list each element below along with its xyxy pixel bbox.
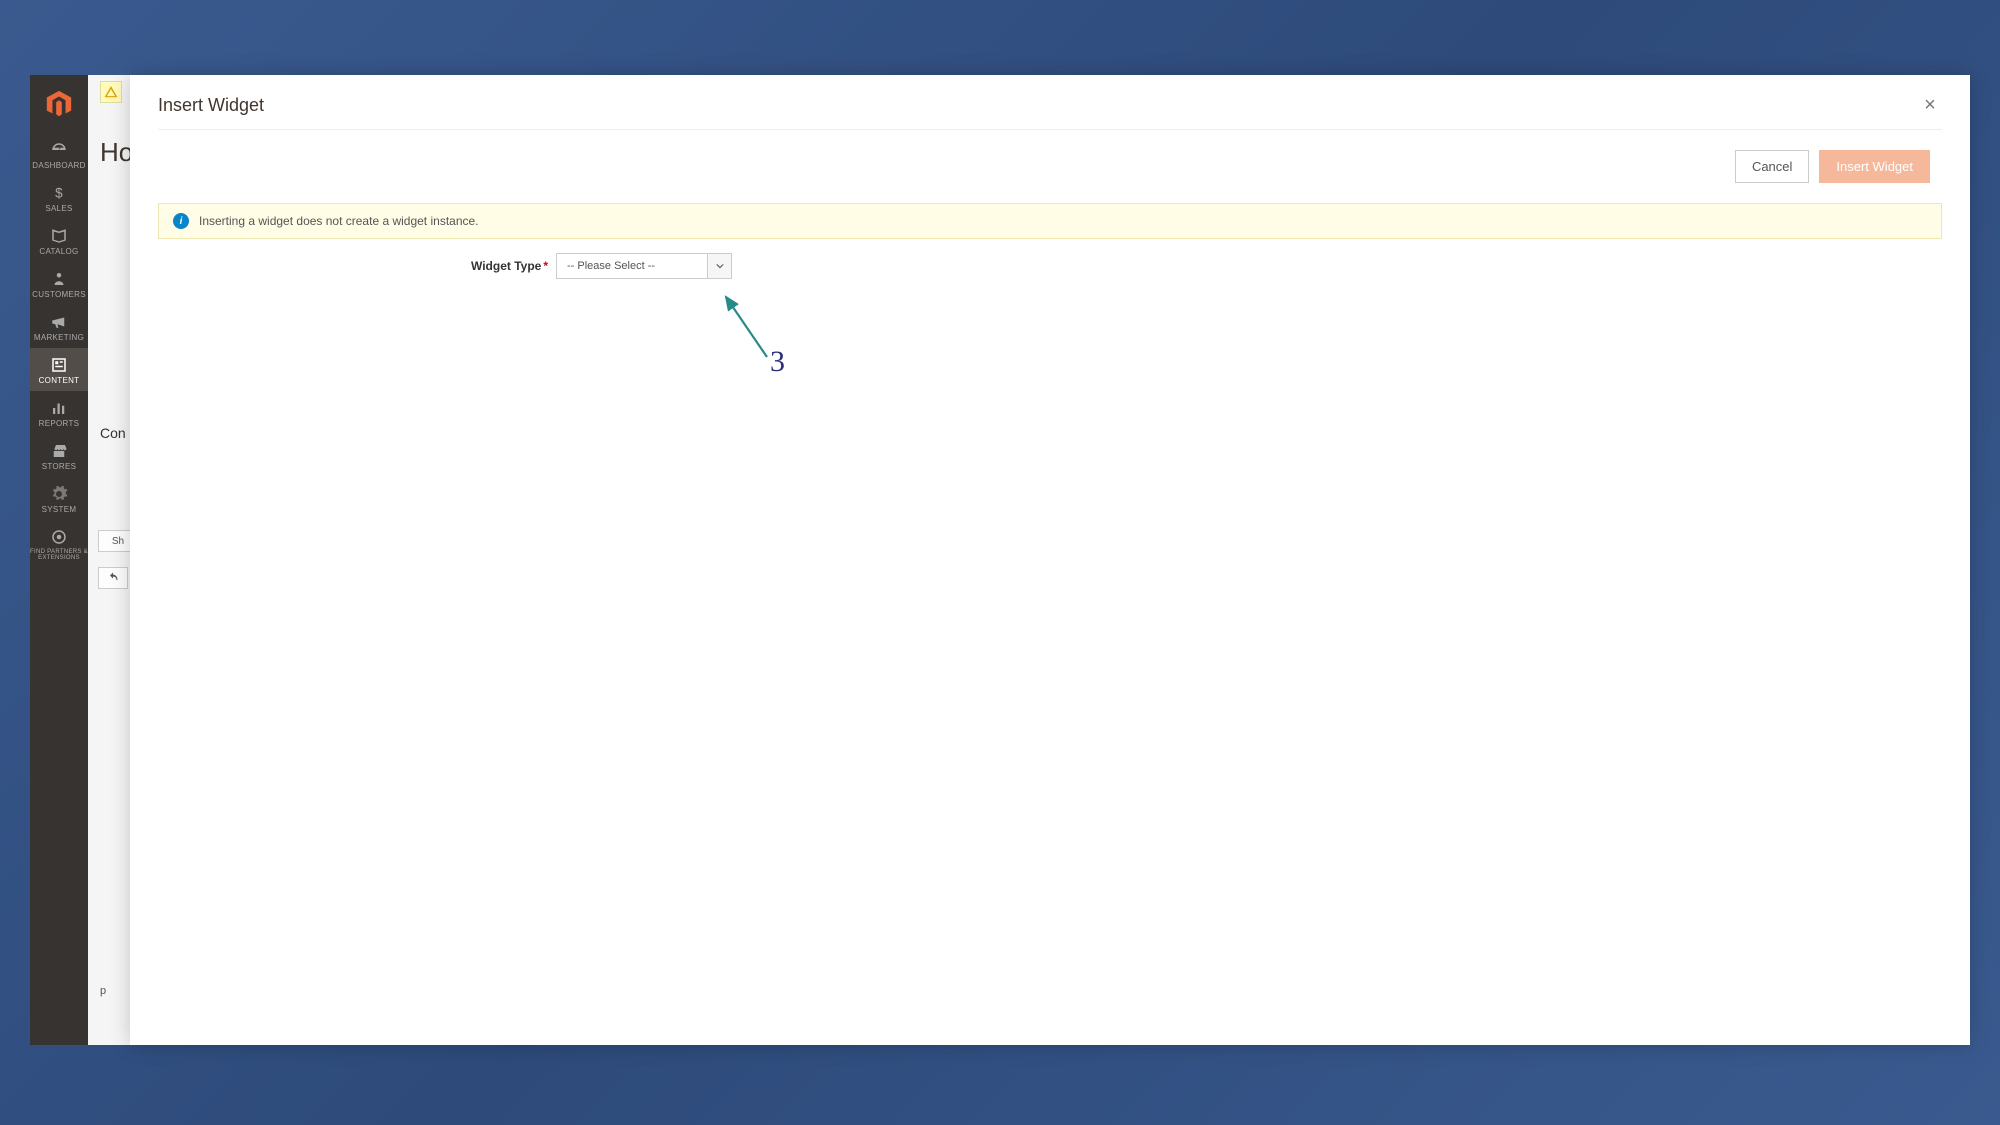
- info-icon: i: [173, 213, 189, 229]
- chart-icon: [50, 399, 68, 417]
- widget-type-label-wrap: Widget Type*: [158, 259, 548, 273]
- partners-icon: [50, 528, 68, 546]
- gear-icon: [50, 485, 68, 503]
- widget-type-value: -- Please Select --: [557, 254, 707, 278]
- nav-dashboard[interactable]: DASHBOARD: [30, 133, 88, 176]
- info-message: Inserting a widget does not create a wid…: [199, 214, 479, 228]
- app-stage: DASHBOARD $ SALES CATALOG CUSTOMERS MARK…: [30, 75, 1970, 1045]
- nav-system[interactable]: SYSTEM: [30, 477, 88, 520]
- insert-widget-button[interactable]: Insert Widget: [1819, 150, 1930, 183]
- nav-marketing[interactable]: MARKETING: [30, 305, 88, 348]
- chevron-down-icon: [707, 254, 731, 278]
- person-icon: [50, 270, 68, 288]
- nav-label: CATALOG: [30, 248, 88, 256]
- modal-title: Insert Widget: [158, 95, 264, 116]
- nav-sales[interactable]: $ SALES: [30, 176, 88, 219]
- required-indicator: *: [543, 259, 548, 273]
- widget-type-label: Widget Type: [471, 259, 541, 273]
- editor-status-fragment: p: [100, 985, 106, 997]
- annotation-number: 3: [770, 345, 785, 379]
- nav-label: REPORTS: [30, 420, 88, 428]
- modal-header: Insert Widget ×: [130, 75, 1970, 129]
- nav-label: MARKETING: [30, 334, 88, 342]
- store-icon: [50, 442, 68, 460]
- nav-label: STORES: [30, 463, 88, 471]
- nav-content[interactable]: CONTENT: [30, 348, 88, 391]
- editor-undo-fragment: [98, 567, 128, 589]
- dashboard-icon: [50, 141, 68, 159]
- info-banner: i Inserting a widget does not create a w…: [158, 203, 1942, 239]
- nav-label: FIND PARTNERS & EXTENSIONS: [30, 549, 88, 561]
- nav-stores[interactable]: STORES: [30, 434, 88, 477]
- svg-text:$: $: [55, 186, 63, 201]
- cancel-button[interactable]: Cancel: [1735, 150, 1809, 183]
- widget-form: Widget Type* -- Please Select --: [158, 253, 1942, 279]
- megaphone-icon: [50, 313, 68, 331]
- nav-label: SYSTEM: [30, 506, 88, 514]
- magento-logo-icon: [40, 85, 78, 123]
- nav-customers[interactable]: CUSTOMERS: [30, 262, 88, 305]
- nav-label: DASHBOARD: [30, 162, 88, 170]
- nav-catalog[interactable]: CATALOG: [30, 219, 88, 262]
- nav-label: CONTENT: [30, 377, 88, 385]
- annotation-arrow: [712, 287, 782, 377]
- nav-label: CUSTOMERS: [30, 291, 88, 299]
- widget-type-select[interactable]: -- Please Select --: [556, 253, 732, 279]
- content-icon: [50, 356, 68, 374]
- modal-action-bar: Cancel Insert Widget: [158, 129, 1942, 203]
- widget-type-row: Widget Type* -- Please Select --: [158, 253, 1942, 279]
- dollar-icon: $: [50, 184, 68, 202]
- warning-banner-fragment: [100, 81, 122, 103]
- catalog-icon: [50, 227, 68, 245]
- nav-reports[interactable]: REPORTS: [30, 391, 88, 434]
- nav-partners[interactable]: FIND PARTNERS & EXTENSIONS: [30, 520, 88, 567]
- section-label-fragment: Con: [100, 425, 126, 441]
- nav-label: SALES: [30, 205, 88, 213]
- close-icon[interactable]: ×: [1918, 93, 1942, 117]
- insert-widget-modal: Insert Widget × Cancel Insert Widget i I…: [130, 75, 1970, 1045]
- admin-sidebar: DASHBOARD $ SALES CATALOG CUSTOMERS MARK…: [30, 75, 88, 1045]
